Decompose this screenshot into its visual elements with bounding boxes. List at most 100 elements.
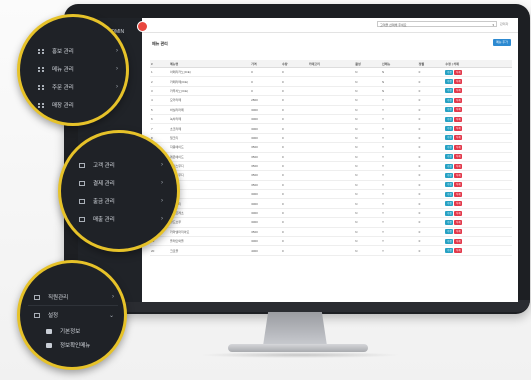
table-cell-no: 6: [150, 114, 169, 125]
sidebar-item-label: 고객 관리: [93, 163, 115, 169]
delete-button[interactable]: 삭제: [454, 210, 463, 216]
sidebar-item-label: 매장 관리: [52, 103, 74, 109]
table-cell-name: 카라멜마끼아또: [169, 227, 251, 238]
edit-button[interactable]: 수정: [445, 182, 454, 188]
table-cell-new: Y: [381, 105, 418, 115]
sidebar-item-settings[interactable]: 설정 ⌄: [34, 309, 114, 321]
delete-button[interactable]: 삭제: [454, 229, 463, 235]
table-cell-qty: 0: [281, 114, 308, 125]
table-cell-new: Y: [381, 161, 418, 172]
table-cell-name: 요거트: [169, 180, 251, 191]
edit-button[interactable]: 수정: [445, 79, 454, 85]
edit-button[interactable]: 수정: [445, 135, 454, 141]
zoom-callout-menu-middle: 고객 관리 › 결제 관리 › 출금 관리 › 매출 관리 ›: [58, 130, 180, 252]
table-cell-qty: 0: [281, 123, 308, 134]
edit-button[interactable]: 수정: [445, 219, 454, 225]
chevron-right-icon: ›: [116, 102, 118, 108]
table-cell-actions: 수정 삭제: [444, 67, 512, 78]
delete-button[interactable]: 삭제: [454, 219, 463, 225]
table-row: 3 카푸치노(ICE) 0 0 N N 0 수정 삭제: [150, 86, 512, 97]
sidebar-item-order[interactable]: 주문 관리 ›: [38, 81, 118, 93]
edit-button[interactable]: 수정: [445, 69, 454, 75]
table-cell-qty: 0: [281, 86, 308, 97]
delete-button[interactable]: 삭제: [454, 191, 463, 197]
delete-button[interactable]: 삭제: [454, 201, 463, 207]
delete-button[interactable]: 삭제: [454, 248, 463, 254]
delete-button[interactable]: 삭제: [454, 172, 463, 178]
sidebar-item-payment[interactable]: 결제 관리 ›: [79, 177, 163, 189]
delete-button[interactable]: 삭제: [454, 107, 463, 113]
table-cell-sort: 0: [417, 217, 445, 228]
table-cell-active: N: [354, 123, 381, 134]
delete-button[interactable]: 삭제: [454, 144, 463, 150]
edit-button[interactable]: 수정: [445, 201, 454, 207]
table-cell-qty: 0: [281, 142, 308, 153]
table-cell-qty: 0: [281, 180, 308, 191]
delete-button[interactable]: 삭제: [454, 182, 463, 188]
table-cell-name: 초코라떼: [169, 123, 251, 134]
edit-button[interactable]: 수정: [445, 163, 454, 169]
delete-button[interactable]: 삭제: [454, 69, 463, 75]
user-name[interactable]: 관리자: [500, 22, 508, 26]
delete-button[interactable]: 삭제: [454, 97, 463, 103]
delete-button[interactable]: 삭제: [454, 154, 463, 160]
table-row: 17콜드브루30000NY0수정삭제: [150, 217, 512, 228]
table-cell-name: 플레인와플: [169, 236, 251, 247]
top-bar: 고객을 선택해 주세요 ▾ 관리자: [138, 18, 518, 33]
delete-button[interactable]: 삭제: [454, 116, 463, 122]
table-cell-sort: 0: [417, 189, 445, 200]
table-cell-name: 에스프레소: [169, 208, 251, 219]
edit-button[interactable]: 수정: [445, 107, 454, 113]
sidebar-subitem-basic-info[interactable]: 기본정보: [46, 325, 116, 337]
delete-button[interactable]: 삭제: [454, 126, 463, 132]
edit-button[interactable]: 수정: [445, 229, 454, 235]
delete-button[interactable]: 삭제: [454, 238, 463, 244]
table-cell-active: N: [354, 198, 381, 209]
sidebar-item-store[interactable]: 매장 관리 ›: [38, 99, 118, 111]
edit-button[interactable]: 수정: [445, 88, 454, 94]
delete-button[interactable]: 삭제: [454, 135, 463, 141]
edit-button[interactable]: 수정: [445, 172, 454, 178]
table-cell-no: 4: [150, 95, 169, 106]
add-menu-button[interactable]: 메뉴 추가: [493, 39, 511, 46]
edit-button[interactable]: 수정: [445, 191, 454, 197]
edit-button[interactable]: 수정: [445, 144, 454, 150]
table-cell-new: Y: [381, 189, 418, 200]
edit-button[interactable]: 수정: [445, 210, 454, 216]
table-cell-qty: 0: [281, 152, 308, 162]
edit-button[interactable]: 수정: [445, 116, 454, 122]
table-cell-cat: [307, 67, 355, 78]
customer-select[interactable]: 고객을 선택해 주세요 ▾: [377, 21, 497, 27]
table-cell-name: 바닐라라떼: [169, 105, 251, 115]
sidebar-item-staff[interactable]: 직원관리 ›: [34, 291, 114, 303]
notification-dot-icon[interactable]: [138, 22, 147, 31]
table-cell-cat: [307, 95, 355, 106]
edit-button[interactable]: 수정: [445, 97, 454, 103]
edit-button[interactable]: 수정: [445, 154, 454, 160]
table-cell-active: N: [354, 161, 381, 172]
edit-button[interactable]: 수정: [445, 126, 454, 132]
table-cell-cat: [307, 76, 355, 87]
table-cell-actions: 수정 삭제: [444, 217, 512, 228]
table-cell-new: Y: [381, 142, 418, 153]
sidebar-item-sales[interactable]: 매출 관리 ›: [79, 213, 163, 225]
sidebar-subitem-info-menu[interactable]: 정보확인메뉴: [46, 339, 116, 351]
table-row: 6 녹차라떼 3000 0 N Y 0 수정 삭제: [150, 114, 512, 125]
edit-button[interactable]: 수정: [445, 238, 454, 244]
table-cell-price: 0: [250, 76, 282, 87]
table-row: 19플레인와플30000NY0수정삭제: [150, 236, 512, 247]
table-cell-price: 3500: [250, 170, 282, 181]
edit-button[interactable]: 수정: [445, 248, 454, 254]
sidebar-item-customer[interactable]: 고객 관리 ›: [79, 159, 163, 171]
database-icon: [46, 328, 52, 334]
delete-button[interactable]: 삭제: [454, 79, 463, 85]
column-header: 활성: [354, 60, 381, 68]
sidebar-item-withdraw[interactable]: 출금 관리 ›: [79, 195, 163, 207]
table-cell-cat: [307, 133, 355, 144]
delete-button[interactable]: 삭제: [454, 88, 463, 94]
sidebar-item-promo[interactable]: 홍보 관리 ›: [38, 45, 118, 57]
table-cell-active: N: [354, 105, 381, 115]
delete-button[interactable]: 삭제: [454, 163, 463, 169]
table-cell-name: 카푸치노(ICE): [169, 86, 251, 97]
sidebar-item-menu[interactable]: 메뉴 관리 ›: [38, 63, 118, 75]
